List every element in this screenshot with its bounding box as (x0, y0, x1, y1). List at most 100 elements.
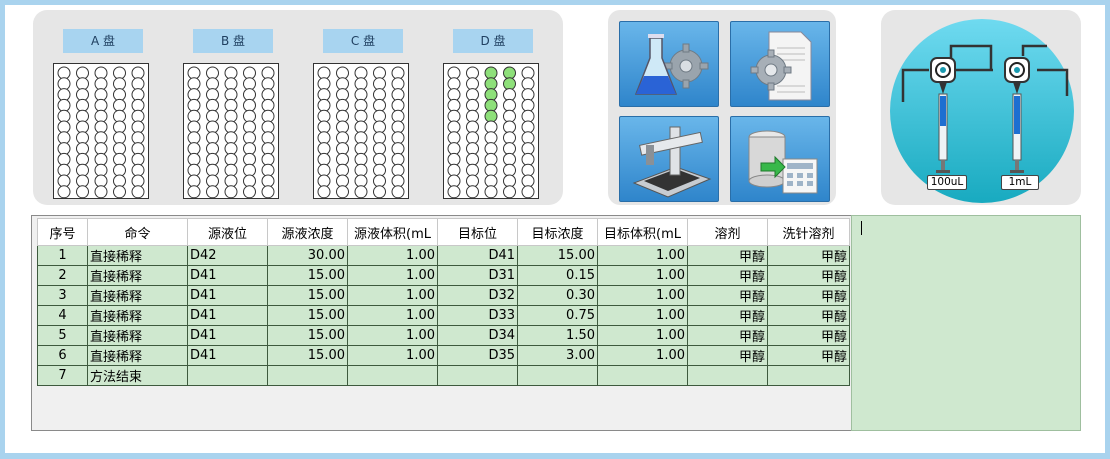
well[interactable] (503, 109, 516, 123)
well[interactable] (484, 185, 498, 199)
well[interactable] (94, 131, 108, 145)
well[interactable] (94, 174, 108, 188)
cell-source-conc[interactable]: 15.00 (267, 305, 348, 326)
well[interactable] (57, 88, 71, 102)
well[interactable] (76, 131, 89, 145)
cell-target-conc[interactable] (517, 365, 598, 386)
well[interactable] (76, 174, 89, 188)
cell-target-vol[interactable]: 1.00 (597, 325, 688, 346)
cell-source-pos[interactable]: D41 (187, 285, 268, 306)
well[interactable] (503, 88, 516, 102)
well[interactable] (447, 185, 461, 199)
well[interactable] (76, 185, 89, 199)
well[interactable] (261, 120, 275, 134)
well[interactable] (336, 163, 349, 177)
well[interactable] (261, 185, 275, 199)
cell-source-conc[interactable]: 15.00 (267, 285, 348, 306)
well[interactable] (503, 98, 516, 112)
well[interactable] (447, 163, 461, 177)
well[interactable] (94, 163, 108, 177)
well[interactable] (113, 163, 126, 177)
cell-source-vol[interactable]: 1.00 (347, 245, 438, 266)
well[interactable] (373, 142, 386, 156)
cell-source-vol[interactable]: 1.00 (347, 305, 438, 326)
well[interactable] (317, 174, 331, 188)
well[interactable] (224, 98, 238, 112)
well[interactable] (261, 77, 275, 91)
well[interactable] (336, 120, 349, 134)
well[interactable] (243, 88, 256, 102)
well[interactable] (261, 131, 275, 145)
well[interactable] (503, 152, 516, 166)
well[interactable] (76, 88, 89, 102)
well[interactable] (484, 142, 498, 156)
cell-source-pos[interactable]: D42 (187, 245, 268, 266)
well[interactable] (391, 142, 405, 156)
cell-command[interactable]: 直接稀释 (87, 245, 188, 266)
well[interactable] (336, 109, 349, 123)
script-editor-panel[interactable] (851, 215, 1081, 431)
well[interactable] (224, 131, 238, 145)
well[interactable] (373, 152, 386, 166)
well[interactable] (206, 66, 219, 80)
cell-command[interactable]: 方法结束 (87, 365, 188, 386)
well[interactable] (261, 152, 275, 166)
well[interactable] (131, 185, 145, 199)
well[interactable] (206, 174, 219, 188)
well[interactable] (224, 174, 238, 188)
cell-source-vol[interactable]: 1.00 (347, 265, 438, 286)
col-header-target-conc[interactable]: 目标浓度 (517, 218, 598, 246)
well[interactable] (57, 120, 71, 134)
cell-source-conc[interactable]: 15.00 (267, 345, 348, 366)
well[interactable] (317, 109, 331, 123)
well[interactable] (261, 109, 275, 123)
well[interactable] (336, 142, 349, 156)
table-row[interactable]: 7 方法结束 (37, 365, 850, 386)
well[interactable] (243, 174, 256, 188)
cell-source-pos[interactable] (187, 365, 268, 386)
well[interactable] (354, 77, 368, 91)
well[interactable] (57, 142, 71, 156)
well[interactable] (224, 120, 238, 134)
well[interactable] (391, 185, 405, 199)
plate-b[interactable] (183, 63, 279, 199)
well[interactable] (317, 185, 331, 199)
cell-target-pos[interactable]: D35 (437, 345, 518, 366)
syringe-100ul-label[interactable]: 100uL (927, 175, 967, 190)
well[interactable] (373, 98, 386, 112)
cell-target-vol[interactable]: 1.00 (597, 305, 688, 326)
well[interactable] (521, 142, 535, 156)
well[interactable] (391, 88, 405, 102)
well[interactable] (57, 98, 71, 112)
well[interactable] (373, 185, 386, 199)
well[interactable] (336, 174, 349, 188)
well[interactable] (391, 66, 405, 80)
well[interactable] (317, 152, 331, 166)
well[interactable] (447, 77, 461, 91)
well[interactable] (113, 120, 126, 134)
well[interactable] (503, 163, 516, 177)
well[interactable] (503, 131, 516, 145)
cell-index[interactable]: 7 (37, 365, 88, 386)
col-header-wash-solvent[interactable]: 洗针溶剂 (767, 218, 850, 246)
method-button[interactable] (619, 21, 719, 107)
cell-wash-solvent[interactable] (767, 365, 850, 386)
cell-target-conc[interactable]: 15.00 (517, 245, 598, 266)
well[interactable] (113, 98, 126, 112)
well[interactable] (521, 131, 535, 145)
well[interactable] (113, 77, 126, 91)
cell-target-pos[interactable]: D32 (437, 285, 518, 306)
cell-solvent[interactable]: 甲醇 (687, 325, 768, 346)
cell-target-conc[interactable]: 0.15 (517, 265, 598, 286)
col-header-source-conc[interactable]: 源液浓度 (267, 218, 348, 246)
well[interactable] (57, 174, 71, 188)
well[interactable] (503, 142, 516, 156)
well[interactable] (57, 185, 71, 199)
well[interactable] (484, 131, 498, 145)
well[interactable] (131, 174, 145, 188)
well[interactable] (131, 142, 145, 156)
cell-target-vol[interactable]: 1.00 (597, 285, 688, 306)
table-row[interactable]: 2 直接稀释 D41 15.00 1.00 D31 0.15 1.00 甲醇 甲醇 (37, 265, 850, 286)
well[interactable] (373, 66, 386, 80)
well[interactable] (391, 120, 405, 134)
